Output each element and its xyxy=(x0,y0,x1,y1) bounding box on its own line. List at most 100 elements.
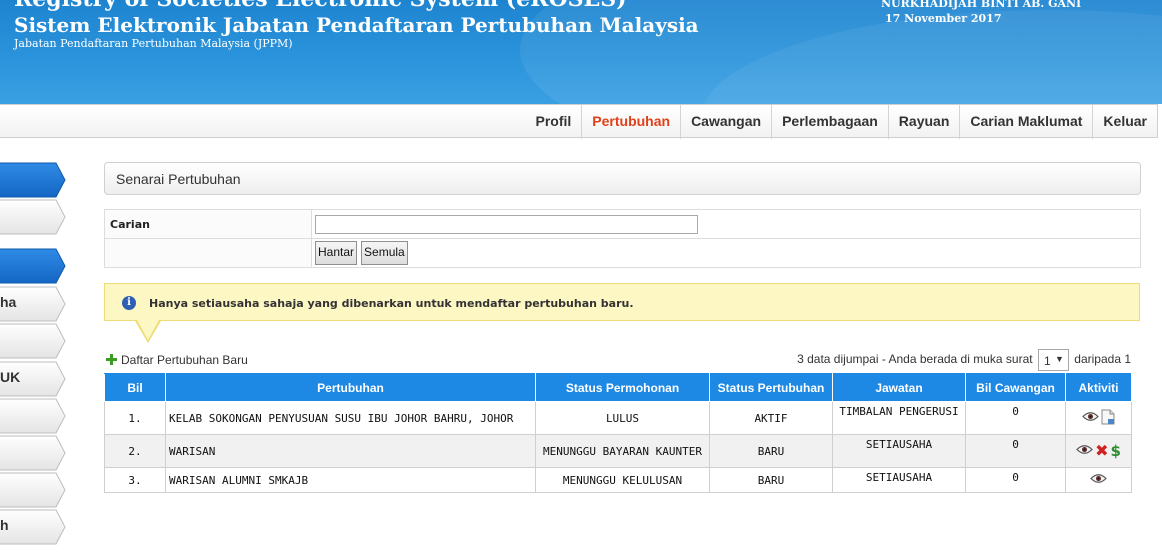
table-row: 2. WARISAN MENUNGGU BAYARAN KAUNTER BARU SET… xyxy=(104,434,1132,468)
nav-item-pertubuhan[interactable]: Pertubuhan xyxy=(581,105,680,139)
view-eye-icon[interactable] xyxy=(1076,444,1093,458)
cell-pertubuhan: KELAB SOKONGAN PENYUSUAN SUSU IBU JOHOR … xyxy=(165,401,536,435)
sidebar-tab-shape xyxy=(0,435,66,471)
sidebar-item[interactable] xyxy=(0,398,66,434)
cell-jawatan: TIMBALAN PENGERUSI xyxy=(832,401,966,435)
column-header-bil-cawangan: Bil Cawangan xyxy=(965,373,1066,402)
notice-message: Hanya setiausaha sahaja yang dibenarkan … xyxy=(149,297,634,310)
cell-bil-cawangan: 0 xyxy=(965,467,1066,493)
payment-dollar-icon[interactable]: $ xyxy=(1110,444,1120,459)
site-header: Registry of Societies Electronic System … xyxy=(0,0,1162,104)
info-icon: i xyxy=(122,296,136,310)
table-row: 1. KELAB SOKONGAN PENYUSUAN SUSU IBU JOHO… xyxy=(104,401,1132,435)
sidebar-tab-shape xyxy=(0,398,66,434)
nav-item-perlembagaan[interactable]: Perlembagaan xyxy=(771,105,888,139)
delete-x-icon[interactable]: ✖ xyxy=(1095,443,1108,459)
sidebar-item[interactable] xyxy=(0,435,66,471)
society-table: Bil Pertubuhan Status Permohonan Status Per… xyxy=(104,373,1132,493)
page-title: Senarai Pertubuhan xyxy=(116,171,241,187)
sidebar-item[interactable] xyxy=(0,472,66,508)
cell-bil: 1. xyxy=(104,401,166,435)
page-select[interactable]: 1 ▼ xyxy=(1037,349,1069,371)
column-header-pertubuhan: Pertubuhan xyxy=(165,373,536,402)
search-input-cell xyxy=(311,209,1141,239)
cell-status-permohonan: LULUS xyxy=(535,401,710,435)
sidebar-tab-shape xyxy=(0,323,66,359)
total-pages-text: daripada 1 xyxy=(1074,352,1131,367)
sidebar-item[interactable] xyxy=(0,248,66,284)
sidebar-item-label: h xyxy=(0,517,9,533)
cell-jawatan: SETIAUSAHA xyxy=(832,467,966,493)
main-nav-list: Profil Pertubuhan Cawangan Perlembagaan Rayu… xyxy=(526,105,1158,139)
sidebar-item[interactable] xyxy=(0,323,66,359)
register-new-society-label: Daftar Pertubuhan Baru xyxy=(121,353,248,367)
info-notice: i Hanya setiausaha sahaja yang dibenarka… xyxy=(104,283,1140,343)
side-menu: ha UK h xyxy=(0,160,70,555)
pagination-info: 3 data dijumpai - Anda berada di muka su… xyxy=(797,349,1131,371)
sidebar-item[interactable]: h xyxy=(0,509,66,545)
cell-pertubuhan: WARISAN xyxy=(165,434,536,468)
cell-status-permohonan: MENUNGGU KELULUSAN xyxy=(535,467,710,493)
column-header-status-pertubuhan: Status Pertubuhan xyxy=(709,373,833,402)
cell-bil-cawangan: 0 xyxy=(965,434,1066,468)
sidebar-item[interactable] xyxy=(0,199,66,235)
system-title-english: Registry of Societies Electronic System … xyxy=(14,0,627,12)
sidebar-tab-shape xyxy=(0,248,66,284)
sidebar-tab-shape xyxy=(0,509,66,545)
logged-in-user-name: NURKHADIJAH BINTI AB. GANI xyxy=(881,0,1082,10)
sidebar-item-label: ha xyxy=(0,294,17,310)
column-header-aktiviti: Aktiviti xyxy=(1065,373,1132,402)
table-body: 1. KELAB SOKONGAN PENYUSUAN SUSU IBU JOHO… xyxy=(104,401,1132,493)
reset-button[interactable]: Semula xyxy=(361,241,408,265)
table-header-row: Bil Pertubuhan Status Permohonan Status Per… xyxy=(104,373,1132,402)
submit-button[interactable]: Hantar xyxy=(315,241,358,265)
table-row: 3. WARISAN ALUMNI SMKAJB MENUNGGU KELULUSA… xyxy=(104,467,1132,493)
register-new-society-link[interactable]: Daftar Pertubuhan Baru xyxy=(106,353,248,367)
sidebar-tab-shape xyxy=(0,162,66,198)
cell-aktiviti xyxy=(1065,401,1132,435)
nav-item-carian-maklumat[interactable]: Carian Maklumat xyxy=(959,105,1092,139)
cell-status-pertubuhan: BARU xyxy=(709,434,833,468)
department-subtitle: Jabatan Pendaftaran Pertubuhan Malaysia … xyxy=(14,37,293,50)
column-header-jawatan: Jawatan xyxy=(832,373,966,402)
result-count-text: 3 data dijumpai - Anda berada di muka su… xyxy=(797,352,1033,367)
sidebar-item[interactable]: ha xyxy=(0,286,66,322)
column-header-bil: Bil xyxy=(104,373,166,402)
current-date: 17 November 2017 xyxy=(885,12,1002,25)
search-form: Carian Hantar Semula xyxy=(104,209,1141,268)
nav-item-rayuan[interactable]: Rayuan xyxy=(887,105,960,139)
search-buttons-cell: Hantar Semula xyxy=(311,238,1141,268)
sidebar-tab-shape xyxy=(0,199,66,235)
sidebar-tab-shape xyxy=(0,472,66,508)
cell-pertubuhan: WARISAN ALUMNI SMKAJB xyxy=(165,467,536,493)
column-header-status-permohonan: Status Permohonan xyxy=(535,373,710,402)
view-eye-icon[interactable] xyxy=(1082,411,1099,425)
sidebar-item[interactable] xyxy=(0,162,66,198)
document-icon[interactable] xyxy=(1101,409,1115,428)
nav-item-profil[interactable]: Profil xyxy=(526,105,582,139)
search-label: Carian xyxy=(104,209,312,239)
cell-aktiviti xyxy=(1065,467,1132,493)
panel-header: Senarai Pertubuhan xyxy=(104,162,1141,195)
plus-icon xyxy=(106,354,117,365)
cell-jawatan: SETIAUSAHA xyxy=(832,434,966,468)
cell-aktiviti: ✖ $ xyxy=(1065,434,1132,468)
notice-tail xyxy=(137,320,159,340)
search-input[interactable] xyxy=(315,214,698,234)
nav-item-keluar[interactable]: Keluar xyxy=(1092,105,1157,139)
cell-bil: 3. xyxy=(104,467,166,493)
view-eye-icon[interactable] xyxy=(1090,473,1107,487)
page-select-value: 1 xyxy=(1043,354,1051,368)
cell-bil: 2. xyxy=(104,434,166,468)
cell-status-permohonan: MENUNGGU BAYARAN KAUNTER xyxy=(535,434,710,468)
main-nav-bar: Profil Pertubuhan Cawangan Perlembagaan Rayu… xyxy=(0,104,1158,139)
chevron-down-icon: ▼ xyxy=(1055,354,1064,364)
sidebar-item-label: UK xyxy=(0,369,21,385)
cell-bil-cawangan: 0 xyxy=(965,401,1066,435)
system-title-malay: Sistem Elektronik Jabatan Pendaftaran Pe… xyxy=(14,13,699,37)
sidebar-item[interactable]: UK xyxy=(0,361,66,397)
cell-status-pertubuhan: BARU xyxy=(709,467,833,493)
search-empty-label xyxy=(104,238,312,268)
cell-status-pertubuhan: AKTIF xyxy=(709,401,833,435)
nav-item-cawangan[interactable]: Cawangan xyxy=(680,105,771,139)
